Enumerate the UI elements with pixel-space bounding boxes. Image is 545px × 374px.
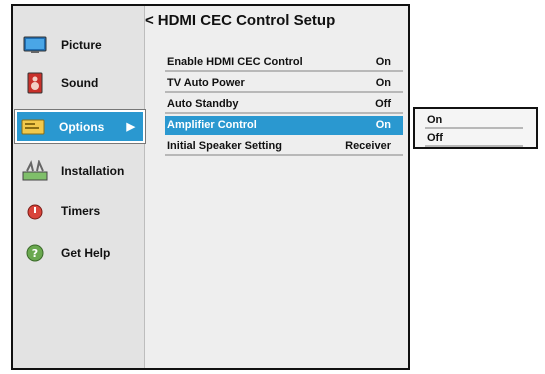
speaker-icon (21, 72, 49, 94)
sidebar-item-label: Picture (61, 38, 102, 52)
sidebar-item-label: Get Help (61, 246, 111, 260)
setting-value: On (375, 118, 391, 131)
setting-row-tv-auto-power[interactable]: TV Auto Power On (165, 75, 403, 93)
monitor-icon (21, 34, 49, 56)
sidebar-item-options[interactable]: Options ▶ (15, 110, 145, 143)
sidebar-item-label: Installation (61, 164, 125, 178)
popup-option-off[interactable]: Off (425, 130, 523, 147)
setting-label: Enable HDMI CEC Control (167, 56, 303, 68)
popup-option-on[interactable]: On (425, 112, 523, 129)
setting-value: Receiver (345, 140, 391, 152)
page-title: < HDMI CEC Control Setup (145, 12, 335, 29)
svg-text:?: ? (32, 247, 38, 260)
setting-label: Initial Speaker Setting (167, 140, 282, 152)
setting-row-amplifier-control[interactable]: Amplifier Control On (165, 116, 403, 135)
setting-label: TV Auto Power (167, 77, 245, 89)
back-icon[interactable]: < (145, 12, 154, 29)
setting-row-enable-hdmi-cec[interactable]: Enable HDMI CEC Control On (165, 54, 403, 72)
main-panel: < HDMI CEC Control Setup Enable HDMI CEC… (145, 6, 408, 368)
tv-menu-frame: Picture Sound Options ▶ Installation Tim… (11, 4, 410, 370)
help-icon: ? (21, 242, 49, 264)
page-title-text: HDMI CEC Control Setup (157, 12, 336, 29)
sidebar-item-get-help[interactable]: ? Get Help (19, 238, 147, 268)
setting-row-auto-standby[interactable]: Auto Standby Off (165, 96, 403, 114)
options-folder-icon (19, 116, 47, 138)
sidebar-item-label: Sound (61, 76, 99, 90)
sidebar-item-picture[interactable]: Picture (19, 30, 147, 60)
sidebar-item-label: Timers (61, 204, 101, 218)
sidebar: Picture Sound Options ▶ Installation Tim… (13, 6, 145, 368)
setting-label: Auto Standby (167, 98, 239, 110)
sidebar-item-label: Options (59, 119, 105, 134)
sidebar-item-installation[interactable]: Installation (19, 156, 147, 186)
setting-value: On (375, 56, 391, 68)
timer-icon (21, 200, 49, 222)
setting-label: Amplifier Control (167, 118, 257, 131)
setting-row-initial-speaker-setting[interactable]: Initial Speaker Setting Receiver (165, 138, 403, 156)
chevron-right-icon: ▶ (126, 121, 135, 133)
amplifier-control-options-popup: On Off (413, 107, 538, 149)
installation-icon (21, 160, 49, 182)
sidebar-item-timers[interactable]: Timers (19, 196, 147, 226)
sidebar-item-sound[interactable]: Sound (19, 68, 147, 98)
setting-value: Off (375, 98, 391, 110)
setting-value: On (375, 77, 391, 89)
